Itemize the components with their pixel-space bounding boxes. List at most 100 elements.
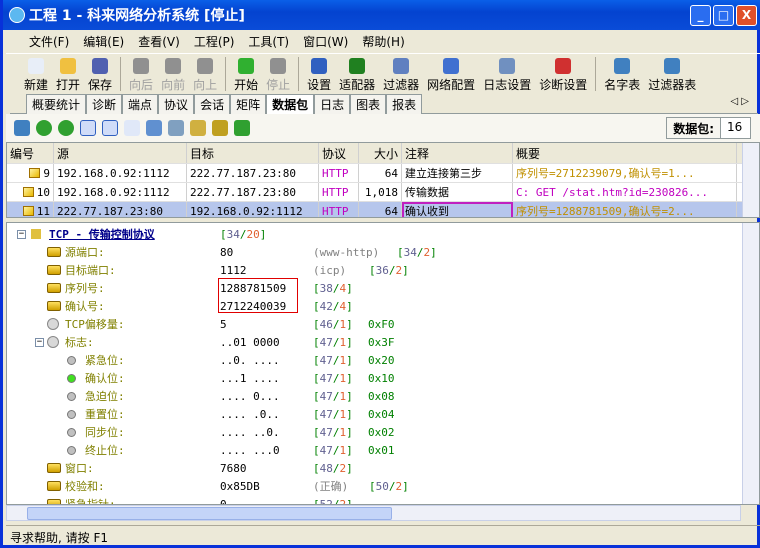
- byte-length: 4: [339, 299, 347, 313]
- toolbar-button[interactable]: 向后: [125, 55, 157, 93]
- tab[interactable]: 协议: [158, 94, 195, 114]
- toolbar-button[interactable]: 名字表: [600, 55, 644, 93]
- cell-size: 64: [359, 164, 402, 182]
- tree-node[interactable]: 窗口: 7680 [48/2]: [7, 459, 742, 477]
- table-row[interactable]: 10 192.168.0.92:1112 222.77.187.23:80 HTTP 1…: [7, 183, 759, 202]
- column-header[interactable]: 编号: [7, 143, 54, 163]
- minimize-button[interactable]: _: [690, 5, 711, 26]
- toolbar-button[interactable]: 诊断设置: [535, 55, 591, 93]
- detail-view-icon[interactable]: [102, 120, 118, 136]
- toolbar-label: 适配器: [339, 78, 376, 92]
- column-header[interactable]: 目标: [187, 143, 319, 163]
- tree-node[interactable]: − TCP - 传输控制协议 [34/20]: [7, 225, 742, 243]
- tab-scroll-arrows[interactable]: ◁ ▷: [730, 96, 749, 107]
- protocol-icon: [31, 229, 41, 239]
- tree-node[interactable]: 序列号: 1288781509 [38/4]: [7, 279, 742, 297]
- toolbar-button[interactable]: 向前: [157, 55, 189, 93]
- close-button[interactable]: X: [736, 5, 757, 26]
- toolbar-button[interactable]: 适配器: [335, 55, 379, 93]
- tab[interactable]: 端点: [122, 94, 159, 114]
- hex-view-icon[interactable]: [124, 120, 140, 136]
- refresh-icon[interactable]: [234, 120, 250, 136]
- list-view-icon[interactable]: [80, 120, 96, 136]
- packet-count-value: 16: [720, 118, 750, 138]
- toolbar-button[interactable]: 过滤器表: [644, 55, 700, 93]
- table-row[interactable]: 11 222.77.187.23:80 192.168.0.92:1112 HTTP 6…: [7, 202, 759, 217]
- tree-node[interactable]: 目标端口: 1112 (icp) [36/2]: [7, 261, 742, 279]
- tab[interactable]: 图表: [350, 94, 387, 114]
- byte-range: [47/1]: [313, 335, 353, 349]
- byte-length: 20: [246, 227, 260, 241]
- filter-add-icon[interactable]: [168, 120, 184, 136]
- field-label: 紧急位:: [85, 354, 125, 367]
- column-header[interactable]: 概要: [513, 143, 737, 163]
- tree-node[interactable]: − 标志: ..01 0000 [47/1] 0x3F: [7, 333, 742, 351]
- column-header[interactable]: 协议: [319, 143, 359, 163]
- cell-text: 序列号=2712239079,确认号=1...: [516, 167, 695, 180]
- flag-icon: [67, 427, 76, 437]
- decode-icon[interactable]: [14, 120, 30, 136]
- menu-item[interactable]: 工具(T): [245, 33, 300, 50]
- toolbar-button[interactable]: 网络配置: [423, 55, 479, 93]
- toolbar-button[interactable]: 向上: [189, 55, 221, 93]
- toolbar-button[interactable]: 停止: [262, 55, 294, 93]
- toolbar-button[interactable]: 过滤器: [379, 55, 423, 93]
- menu-bar: 文件(F) 编辑(E) 查看(V) 工程(P) 工具(T) 窗口(W) 帮助(H): [6, 30, 760, 52]
- toolbar-button[interactable]: 日志设置: [479, 55, 535, 93]
- menu-item[interactable]: 工程(P): [191, 33, 246, 50]
- toolbar-button[interactable]: 设置: [303, 55, 335, 93]
- toolbar-icon: [349, 58, 366, 74]
- tree-node[interactable]: 确认号: 2712240039 [42/4]: [7, 297, 742, 315]
- tab[interactable]: 报表: [386, 94, 423, 114]
- packet-count: 数据包: 16: [666, 117, 751, 139]
- tree-node[interactable]: TCP偏移量: 5 [46/1] 0xF0: [7, 315, 742, 333]
- menu-item[interactable]: 查看(V): [135, 33, 191, 50]
- tree-node[interactable]: 紧急指针: 0 [52/2]: [7, 495, 742, 504]
- field-label: 确认号:: [65, 300, 105, 313]
- column-header[interactable]: 大小: [359, 143, 402, 163]
- toolbar-label: 停止: [266, 78, 291, 92]
- decode-tree-scrollbar[interactable]: [742, 223, 759, 504]
- byte-offset: 47: [319, 389, 333, 403]
- menu-item[interactable]: 编辑(E): [80, 33, 135, 50]
- field-icon: [47, 301, 61, 311]
- expand-toggle[interactable]: −: [17, 229, 26, 239]
- menu-item[interactable]: 帮助(H): [359, 33, 415, 50]
- toolbar-button[interactable]: 新建: [20, 55, 52, 93]
- toolbar-button[interactable]: 打开: [52, 55, 84, 93]
- tree-node[interactable]: 源端口: 80 (www-http) [34/2]: [7, 243, 742, 261]
- tree-node[interactable]: 确认位: ...1 .... [47/1] 0x10: [7, 369, 742, 387]
- toolbar-label: 名字表: [604, 78, 641, 92]
- column-header[interactable]: 源: [54, 143, 187, 163]
- lock-icon[interactable]: [190, 120, 206, 136]
- tab[interactable]: 诊断: [86, 94, 123, 114]
- export-icon[interactable]: [212, 120, 228, 136]
- field-value: 5: [220, 317, 227, 331]
- horizontal-scrollbar[interactable]: [6, 505, 741, 521]
- tab[interactable]: 矩阵: [230, 94, 267, 114]
- table-row[interactable]: 9 192.168.0.92:1112 222.77.187.23:80 HTTP 64…: [7, 164, 759, 183]
- tab[interactable]: 数据包: [266, 94, 315, 115]
- packet-list-scrollbar[interactable]: [742, 143, 759, 217]
- tree-node[interactable]: 终止位: .... ...0 [47/1] 0x01: [7, 441, 742, 459]
- hex-value: 0x01: [368, 443, 395, 457]
- flag-icon: [67, 355, 76, 365]
- tree-node[interactable]: 重置位: .... .0.. [47/1] 0x04: [7, 405, 742, 423]
- column-header[interactable]: 注释: [402, 143, 513, 163]
- layout-icon[interactable]: [146, 120, 162, 136]
- maximize-button[interactable]: □: [713, 5, 734, 26]
- tree-node[interactable]: 校验和: 0x85DB (正确) [50/2]: [7, 477, 742, 495]
- tab[interactable]: 会话: [194, 94, 231, 114]
- menu-item[interactable]: 窗口(W): [300, 33, 359, 50]
- menu-item[interactable]: 文件(F): [26, 33, 80, 50]
- back-icon[interactable]: [36, 120, 52, 136]
- tab[interactable]: 概要统计: [26, 94, 87, 114]
- forward-icon[interactable]: [58, 120, 74, 136]
- tab[interactable]: 日志: [314, 94, 351, 114]
- tree-node[interactable]: 同步位: .... ..0. [47/1] 0x02: [7, 423, 742, 441]
- tree-node[interactable]: 急迫位: .... 0... [47/1] 0x08: [7, 387, 742, 405]
- toolbar-button[interactable]: 保存: [84, 55, 116, 93]
- toolbar-button[interactable]: 开始: [230, 55, 262, 93]
- tree-node[interactable]: 紧急位: ..0. .... [47/1] 0x20: [7, 351, 742, 369]
- expand-toggle[interactable]: −: [35, 337, 44, 347]
